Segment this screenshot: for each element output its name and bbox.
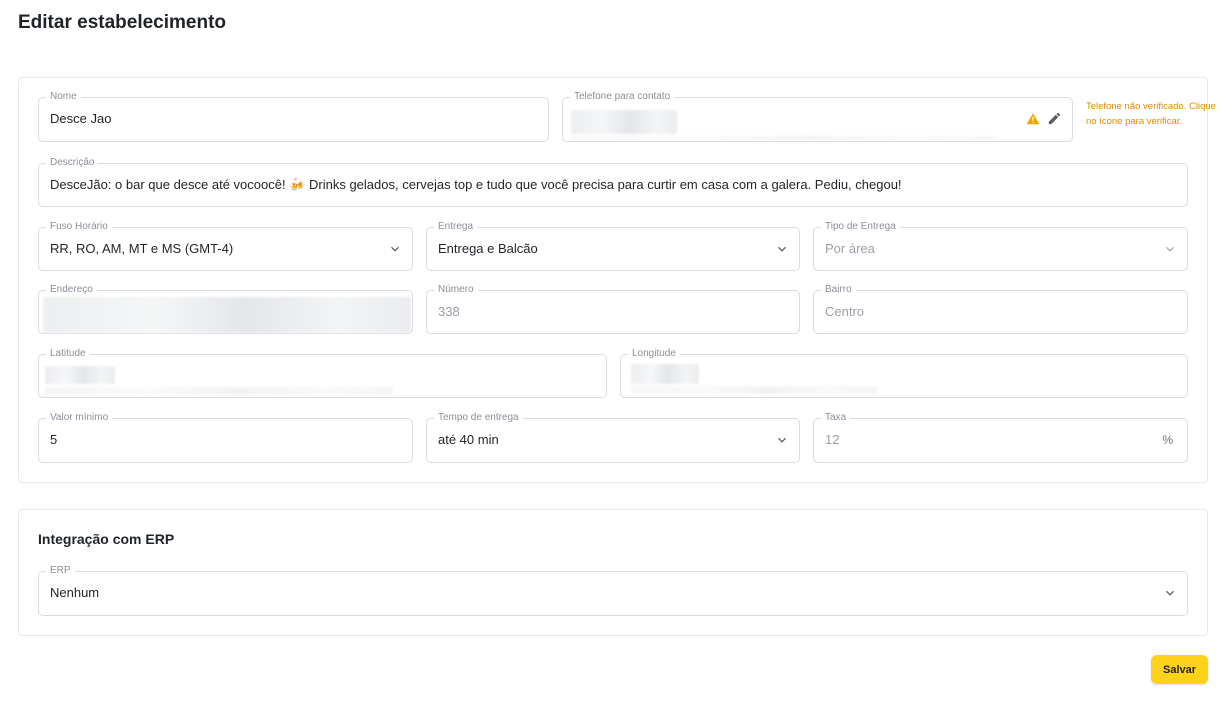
telefone-field[interactable]: Telefone para contato — [562, 90, 1073, 142]
chevron-down-icon — [388, 242, 402, 256]
erp-label: ERP — [46, 564, 75, 578]
edit-phone-icon[interactable] — [1047, 111, 1062, 126]
page-title: Editar estabelecimento — [18, 12, 227, 33]
taxa-label: Taxa — [821, 411, 851, 425]
numero-field[interactable]: Número 338 — [426, 283, 800, 334]
longitude-field[interactable]: Longitude — [620, 347, 1188, 398]
entrega-label: Entrega — [434, 220, 478, 234]
nome-field[interactable]: Nome Desce Jao — [38, 90, 549, 142]
taxa-field[interactable]: Taxa 12 % — [813, 411, 1188, 463]
fuso-horario-value: RR, RO, AM, MT e MS (GMT-4) — [50, 241, 234, 256]
endereco-redacted — [43, 297, 411, 333]
erp-value: Nenhum — [50, 585, 100, 600]
fuso-horario-select[interactable]: Fuso Horário RR, RO, AM, MT e MS (GMT-4) — [38, 220, 413, 271]
longitude-redacted — [631, 364, 699, 384]
tipo-entrega-label: Tipo de Entrega — [821, 220, 900, 234]
tempo-entrega-value: até 40 min — [438, 432, 499, 447]
chevron-down-icon — [775, 433, 789, 447]
bairro-field[interactable]: Bairro Centro — [813, 283, 1188, 334]
longitude-label: Longitude — [628, 347, 680, 361]
descricao-label: Descrição — [46, 156, 99, 170]
bairro-value: Centro — [825, 304, 865, 319]
endereco-field[interactable]: Endereço — [38, 283, 413, 334]
nome-value: Desce Jao — [50, 111, 112, 126]
latitude-redacted — [45, 366, 115, 384]
numero-value: 338 — [438, 304, 460, 319]
chevron-down-icon — [775, 242, 789, 256]
longitude-redacted-line — [631, 386, 878, 394]
tempo-entrega-select[interactable]: Tempo de entrega até 40 min — [426, 411, 800, 463]
valor-minimo-field[interactable]: Valor mínimo 5 — [38, 411, 413, 463]
valor-minimo-value: 5 — [50, 432, 58, 447]
erp-section-title: Integração com ERP — [38, 531, 175, 547]
nome-label: Nome — [46, 90, 81, 104]
tempo-entrega-label: Tempo de entrega — [434, 411, 523, 425]
telefone-label: Telefone para contato — [570, 90, 675, 104]
valor-minimo-label: Valor mínimo — [46, 411, 113, 425]
entrega-select[interactable]: Entrega Entrega e Balcão — [426, 220, 800, 271]
tipo-entrega-value: Por área — [825, 241, 875, 256]
telefone-redacted-line — [571, 136, 995, 140]
phone-unverified-warning: Telefone não verificado. Clique no ícone… — [1086, 101, 1216, 127]
chevron-down-icon — [1163, 586, 1177, 600]
endereco-label: Endereço — [46, 283, 97, 297]
taxa-value: 12 — [825, 432, 840, 447]
erp-select[interactable]: ERP Nenhum — [38, 564, 1188, 616]
warning-icon — [1026, 112, 1040, 126]
bairro-label: Bairro — [821, 283, 856, 297]
percent-suffix: % — [1162, 433, 1173, 447]
entrega-value: Entrega e Balcão — [438, 241, 538, 256]
descricao-field[interactable]: Descrição DesceJão: o bar que desce até … — [38, 156, 1188, 207]
fuso-horario-label: Fuso Horário — [46, 220, 112, 234]
latitude-redacted-line — [45, 387, 393, 395]
tipo-entrega-select[interactable]: Tipo de Entrega Por área — [813, 220, 1188, 271]
save-button[interactable]: Salvar — [1151, 655, 1208, 684]
latitude-label: Latitude — [46, 347, 90, 361]
numero-label: Número — [434, 283, 478, 297]
descricao-value: DesceJão: o bar que desce até vocoocê! 🍻… — [50, 177, 902, 192]
latitude-field[interactable]: Latitude — [38, 347, 607, 398]
chevron-down-icon — [1163, 242, 1177, 256]
telefone-redacted — [571, 110, 677, 134]
